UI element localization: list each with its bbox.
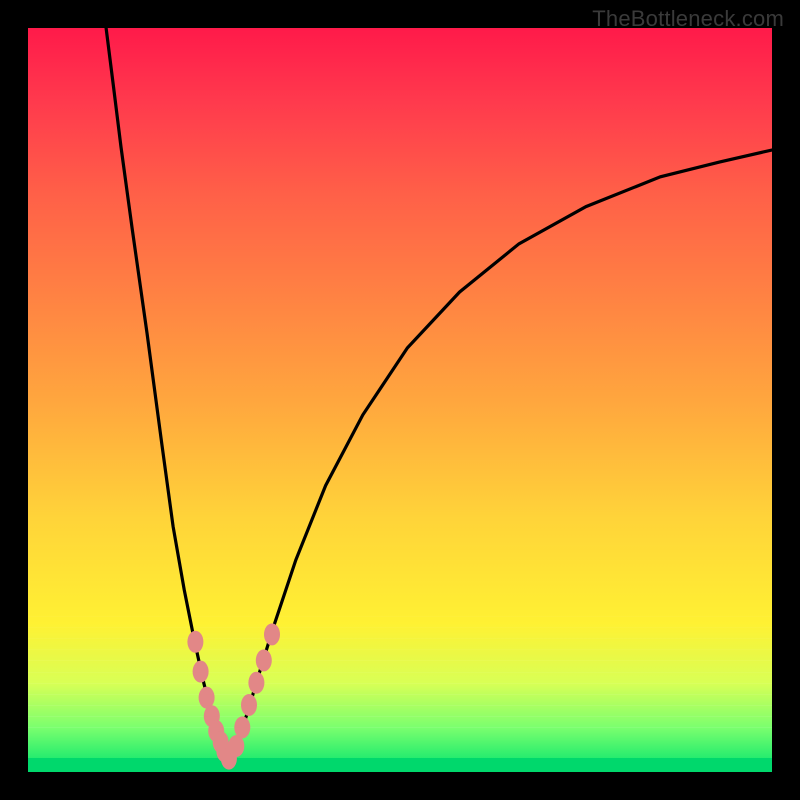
data-marker — [241, 694, 257, 716]
data-marker — [256, 649, 272, 671]
left-curve — [106, 28, 229, 763]
data-marker — [187, 631, 203, 653]
markers — [187, 623, 280, 769]
data-marker — [248, 672, 264, 694]
curve-layer — [28, 28, 772, 772]
data-marker — [264, 623, 280, 645]
right-curve — [229, 150, 772, 763]
data-marker — [193, 661, 209, 683]
chart-frame: TheBottleneck.com — [0, 0, 800, 800]
data-marker — [234, 716, 250, 738]
plot-area — [28, 28, 772, 772]
